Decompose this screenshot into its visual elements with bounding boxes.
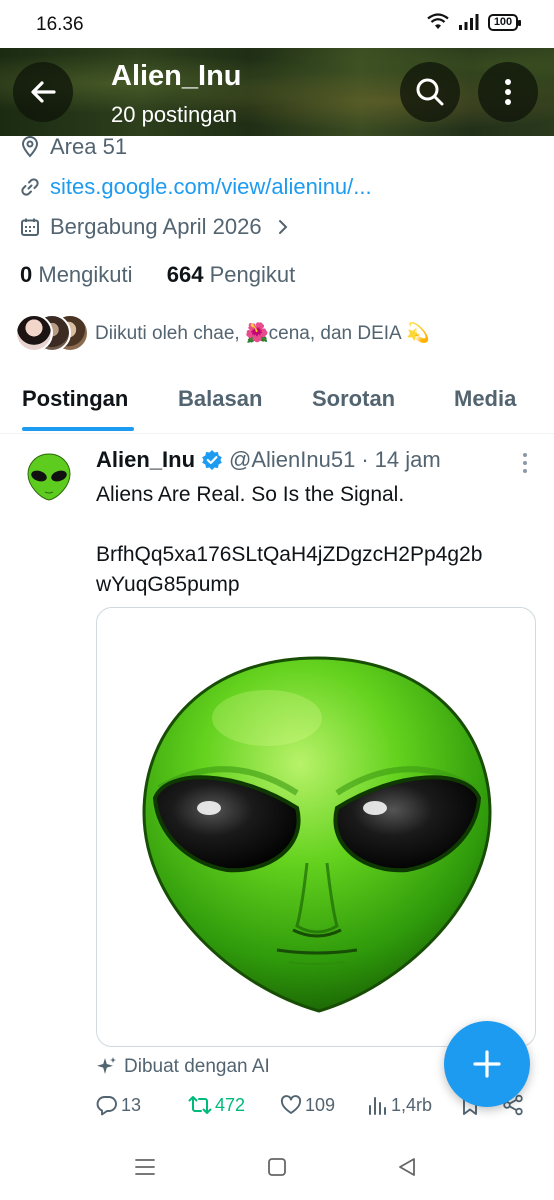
- like-count: 109: [305, 1094, 336, 1115]
- post-media-image[interactable]: [96, 607, 536, 1047]
- calendar-icon: [21, 218, 39, 236]
- following-label: Mengikuti: [38, 262, 133, 287]
- joined-text: Bergabung April 2026: [50, 214, 262, 239]
- search-icon: [416, 78, 444, 106]
- reply-icon: [96, 1096, 117, 1116]
- post-author-avatar[interactable]: [22, 450, 76, 504]
- wifi-icon: [427, 13, 449, 29]
- reply-button[interactable]: 13: [96, 1094, 141, 1116]
- like-icon: [280, 1095, 302, 1114]
- post-text-line: BrfhQq5xa176SLtQaH4jZDgzcH2Pp4g2b: [96, 543, 483, 566]
- post-timestamp[interactable]: 14 jam: [375, 447, 441, 473]
- recent-apps-button[interactable]: [134, 1156, 156, 1183]
- link-icon: [21, 178, 39, 196]
- square-home-icon: [268, 1158, 286, 1176]
- post-text-line: Aliens Are Real. So Is the Signal.: [96, 483, 405, 506]
- profile-joined[interactable]: Bergabung April 2026: [20, 214, 290, 240]
- battery-indicator: 100: [488, 13, 521, 31]
- avatar: [15, 314, 53, 352]
- more-vertical-icon: [505, 79, 511, 105]
- views-button[interactable]: 1,4rb: [368, 1094, 432, 1116]
- post-author-handle[interactable]: @AlienInu51: [229, 447, 355, 473]
- post-author-name[interactable]: Alien_Inu: [96, 447, 195, 473]
- tab-replies[interactable]: Balasan: [178, 386, 262, 412]
- menu-lines-icon: [135, 1159, 155, 1175]
- profile-website[interactable]: sites.google.com/view/alieninu/...: [20, 174, 372, 200]
- followed-by-text: Diikuti oleh chae, 🌺cena, dan DEIA 💫: [95, 323, 430, 344]
- status-bar: 16.36 100: [0, 0, 554, 48]
- post-body: Aliens Are Real. So Is the Signal. BrfhQ…: [96, 480, 536, 600]
- post-text-line: wYuqG85pump: [96, 573, 240, 596]
- views-icon: [369, 1097, 386, 1115]
- follow-stats: 0 Mengikuti 664 Pengikut: [20, 262, 295, 288]
- system-navigation-bar: [0, 1138, 554, 1200]
- post-separator: ·: [361, 447, 369, 472]
- ai-generated-label[interactable]: Dibuat dengan AI: [96, 1056, 270, 1078]
- tab-highlights[interactable]: Sorotan: [312, 386, 395, 412]
- active-tab-indicator: [22, 427, 134, 431]
- post-more-button[interactable]: [522, 452, 528, 479]
- alien-head-image: [142, 656, 492, 1013]
- triangle-back-icon: [399, 1158, 415, 1176]
- profile-location: Area 51: [20, 134, 127, 160]
- compose-post-button[interactable]: [444, 1021, 530, 1107]
- location-pin-icon: [21, 136, 39, 158]
- sparkle-icon: [97, 1057, 116, 1074]
- reply-count: 13: [121, 1094, 142, 1115]
- like-button[interactable]: 109: [280, 1094, 335, 1116]
- tab-media[interactable]: Media: [454, 386, 516, 412]
- signal-icon: [459, 14, 479, 30]
- more-options-button[interactable]: [478, 62, 538, 122]
- repost-icon: [188, 1096, 212, 1114]
- profile-tabs: Postingan Balasan Sorotan Media: [0, 370, 554, 434]
- back-button[interactable]: [13, 62, 73, 122]
- views-count: 1,4rb: [391, 1094, 433, 1115]
- header-post-count: 20 postingan: [111, 102, 237, 127]
- status-time: 16.36: [36, 14, 84, 35]
- followers-label: Pengikut: [209, 262, 296, 287]
- more-vertical-icon: [523, 453, 527, 473]
- banner-texture: [0, 48, 554, 136]
- verified-badge-icon: [202, 450, 222, 470]
- following-count: 0: [20, 262, 33, 287]
- following-stat[interactable]: 0 Mengikuti: [20, 262, 133, 287]
- repost-count: 472: [215, 1094, 246, 1115]
- profile-header-banner: Alien_Inu 20 postingan: [0, 48, 554, 136]
- follower-avatars: [15, 314, 89, 352]
- chevron-right-icon: [278, 220, 288, 234]
- followers-stat[interactable]: 664 Pengikut: [167, 262, 295, 287]
- post-header: Alien_Inu @AlienInu51 · 14 jam: [96, 447, 441, 473]
- repost-button[interactable]: 472: [188, 1094, 245, 1116]
- tab-posts[interactable]: Postingan: [22, 386, 128, 412]
- alien-avatar-image: [22, 450, 76, 504]
- status-icons: 100: [426, 13, 521, 31]
- ai-label-text: Dibuat dengan AI: [124, 1056, 270, 1077]
- back-nav-button[interactable]: [396, 1156, 418, 1183]
- search-button[interactable]: [400, 62, 460, 122]
- location-text: Area 51: [50, 134, 128, 159]
- header-title: Alien_Inu: [111, 60, 242, 92]
- plus-icon: [473, 1050, 501, 1078]
- home-button[interactable]: [266, 1156, 288, 1183]
- website-link[interactable]: sites.google.com/view/alieninu/...: [50, 174, 372, 200]
- back-arrow-icon: [31, 81, 56, 103]
- followed-by-row[interactable]: Diikuti oleh chae, 🌺cena, dan DEIA 💫: [15, 314, 430, 352]
- followers-count: 664: [166, 262, 204, 287]
